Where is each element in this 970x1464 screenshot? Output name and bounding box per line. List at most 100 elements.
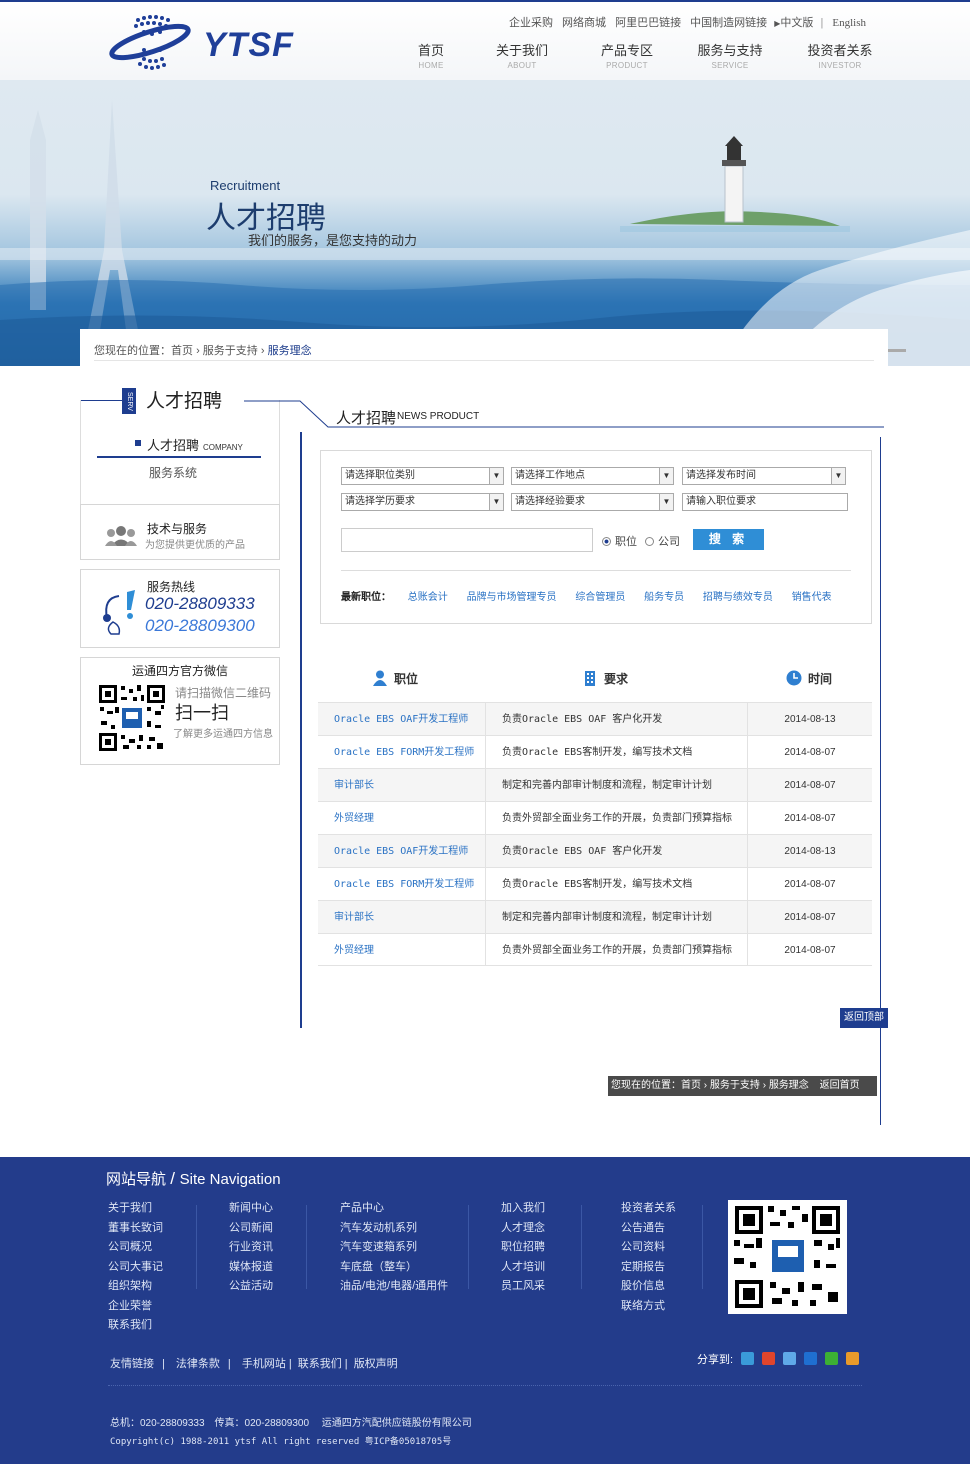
radio-position[interactable]: 职位 xyxy=(602,533,637,549)
education-value: 请选择学历要求 xyxy=(345,496,415,507)
job-position-link[interactable]: Oracle EBS OAF开发工程师 xyxy=(318,703,486,735)
job-position-link[interactable]: Oracle EBS FORM开发工程师 xyxy=(318,736,486,768)
table-row[interactable]: Oracle EBS FORM开发工程师 负责Oracle EBS客制开发，编写… xyxy=(318,735,872,768)
footer-link[interactable]: 公司大事记 xyxy=(108,1258,163,1278)
footer-link[interactable]: 公司新闻 xyxy=(229,1219,273,1239)
footer-link[interactable]: 车底盘（整车） xyxy=(340,1258,448,1278)
footer-bottom-link[interactable]: 法律条款 xyxy=(176,1358,220,1370)
user-icon xyxy=(373,670,387,686)
footer-link[interactable]: 油品/电池/电器/通用件 xyxy=(340,1277,448,1297)
nav-home[interactable]: 首页 HOME xyxy=(391,40,471,70)
footer-link[interactable]: 汽车发动机系列 xyxy=(340,1219,448,1239)
job-requirement: 负责外贸部全面业务工作的开展，负责部门预算指标 xyxy=(486,934,748,965)
footer-link[interactable]: 联络方式 xyxy=(621,1297,676,1317)
latest-job-link[interactable]: 品牌与市场管理专员 xyxy=(467,592,557,603)
nav-service[interactable]: 服务与支持 SERVICE xyxy=(690,40,770,70)
footer-link[interactable]: 员工风采 xyxy=(501,1277,545,1297)
nav-about[interactable]: 关于我们 ABOUT xyxy=(482,40,562,70)
footer-link[interactable]: 行业资讯 xyxy=(229,1238,273,1258)
latest-job-link[interactable]: 招聘与绩效专员 xyxy=(703,592,773,603)
footer-link[interactable]: 关于我们 xyxy=(108,1199,163,1219)
footer-column-products: 产品中心 汽车发动机系列 汽车变速箱系列 车底盘（整车） 油品/电池/电器/通用… xyxy=(340,1199,448,1297)
breadcrumb-current[interactable]: 服务理念 xyxy=(769,1080,809,1091)
top-link-chinese[interactable]: 中文版 xyxy=(780,17,813,29)
back-to-top-button[interactable]: 返回顶部 xyxy=(840,1008,888,1028)
nav-product[interactable]: 产品专区 PRODUCT xyxy=(587,40,667,70)
footer-link[interactable]: 企业荣誉 xyxy=(108,1297,163,1317)
footer-link[interactable]: 产品中心 xyxy=(340,1199,448,1219)
keyword-input[interactable] xyxy=(341,528,593,552)
tencent-weibo-share-icon[interactable] xyxy=(783,1352,797,1365)
table-row[interactable]: 外贸经理 负责外贸部全面业务工作的开展，负责部门预算指标 2014-08-07 xyxy=(318,801,872,834)
footer-link[interactable]: 联系我们 xyxy=(108,1316,163,1336)
latest-job-link[interactable]: 综合管理员 xyxy=(575,592,625,603)
top-link-made-in-china[interactable]: 中国制造网链接 xyxy=(690,17,767,29)
footer-link[interactable]: 公司概况 xyxy=(108,1238,163,1258)
table-row[interactable]: Oracle EBS OAF开发工程师 负责Oracle EBS OAF 客户化… xyxy=(318,834,872,867)
footer-link[interactable]: 职位招聘 xyxy=(501,1238,545,1258)
footer-link[interactable]: 媒体报道 xyxy=(229,1258,273,1278)
footer-bottom-link[interactable]: 联系我们 xyxy=(298,1358,342,1370)
table-row[interactable]: Oracle EBS OAF开发工程师 负责Oracle EBS OAF 客户化… xyxy=(318,702,872,735)
more-share-icon[interactable] xyxy=(846,1352,860,1365)
footer-link[interactable]: 定期报告 xyxy=(621,1258,676,1278)
nav-investor[interactable]: 投资者关系 INVESTOR xyxy=(800,40,880,70)
top-link-alibaba[interactable]: 阿里巴巴链接 xyxy=(615,17,681,29)
footer-link[interactable]: 公告通告 xyxy=(621,1219,676,1239)
job-position-link[interactable]: Oracle EBS FORM开发工程师 xyxy=(318,868,486,900)
sidebar-item-recruitment[interactable]: 人才招聘 COMPANY xyxy=(147,435,243,454)
breadcrumb-home[interactable]: 首页 xyxy=(681,1080,701,1091)
breadcrumb-home[interactable]: 首页 xyxy=(171,345,193,357)
position-requirement-input[interactable]: 请输入职位要求 xyxy=(682,493,848,511)
education-select[interactable]: 请选择学历要求 ▼ xyxy=(341,493,504,511)
search-button[interactable]: 搜 索 xyxy=(693,529,764,550)
renren-share-icon[interactable] xyxy=(804,1352,818,1365)
footer-link[interactable]: 公益活动 xyxy=(229,1277,273,1297)
publish-time-select[interactable]: 请选择发布时间 ▼ xyxy=(682,467,846,485)
work-location-select[interactable]: 请选择工作地点 ▼ xyxy=(511,467,674,485)
footer-link[interactable]: 人才培训 xyxy=(501,1258,545,1278)
latest-job-link[interactable]: 总账会计 xyxy=(408,592,448,603)
latest-job-link[interactable]: 船务专员 xyxy=(644,592,684,603)
footer-link[interactable]: 组织架构 xyxy=(108,1277,163,1297)
breadcrumb-service[interactable]: 服务于支持 xyxy=(203,345,258,357)
footer-bottom-link[interactable]: 手机网站 xyxy=(242,1358,286,1370)
top-link-procurement[interactable]: 企业采购 xyxy=(509,17,553,29)
table-row[interactable]: 外贸经理 负责外贸部全面业务工作的开展，负责部门预算指标 2014-08-07 xyxy=(318,933,872,966)
weibo-share-icon[interactable] xyxy=(762,1352,776,1365)
qzone-share-icon[interactable] xyxy=(741,1352,755,1365)
latest-job-link[interactable]: 销售代表 xyxy=(792,592,832,603)
tech-service-box[interactable]: 技术与服务 为您提供更优质的产品 xyxy=(80,504,280,560)
divider xyxy=(196,1205,197,1289)
experience-select[interactable]: 请选择经验要求 ▼ xyxy=(511,493,674,511)
job-category-select[interactable]: 请选择职位类别 ▼ xyxy=(341,467,504,485)
wechat-share-icon[interactable] xyxy=(825,1352,839,1365)
footer-bottom-link[interactable]: 友情链接 xyxy=(110,1358,154,1370)
footer-link[interactable]: 汽车变速箱系列 xyxy=(340,1238,448,1258)
footer-link[interactable]: 人才理念 xyxy=(501,1219,545,1239)
footer-link[interactable]: 董事长致词 xyxy=(108,1219,163,1239)
breadcrumb-service[interactable]: 服务于支持 xyxy=(710,1080,760,1091)
footer-link[interactable]: 股价信息 xyxy=(621,1277,676,1297)
site-footer: 网站导航 / Site Navigation 关于我们 董事长致词 公司概况 公… xyxy=(0,1157,970,1464)
footer-bottom-link[interactable]: 版权声明 xyxy=(354,1358,398,1370)
job-position-link[interactable]: 外贸经理 xyxy=(318,934,486,965)
footer-link[interactable]: 新闻中心 xyxy=(229,1199,273,1219)
table-row[interactable]: 审计部长 制定和完善内部审计制度和流程，制定审计计划 2014-08-07 xyxy=(318,768,872,801)
table-row[interactable]: Oracle EBS FORM开发工程师 负责Oracle EBS客制开发，编写… xyxy=(318,867,872,900)
job-position-link[interactable]: 外贸经理 xyxy=(318,802,486,834)
return-home-link[interactable]: 返回首页 xyxy=(820,1080,860,1091)
footer-link[interactable]: 加入我们 xyxy=(501,1199,545,1219)
footer-link[interactable]: 投资者关系 xyxy=(621,1199,676,1219)
logo[interactable]: YTSF xyxy=(108,12,298,74)
top-link-mall[interactable]: 网络商城 xyxy=(562,17,606,29)
job-position-link[interactable]: 审计部长 xyxy=(318,769,486,801)
sidebar-item-service-system[interactable]: 服务系统 xyxy=(149,464,197,481)
top-link-english[interactable]: English xyxy=(832,17,866,29)
radio-company[interactable]: 公司 xyxy=(645,533,680,549)
footer-link[interactable]: 公司资料 xyxy=(621,1238,676,1258)
job-position-link[interactable]: Oracle EBS OAF开发工程师 xyxy=(318,835,486,867)
work-location-value: 请选择工作地点 xyxy=(515,470,585,481)
table-row[interactable]: 审计部长 制定和完善内部审计制度和流程，制定审计计划 2014-08-07 xyxy=(318,900,872,933)
job-position-link[interactable]: 审计部长 xyxy=(318,901,486,933)
